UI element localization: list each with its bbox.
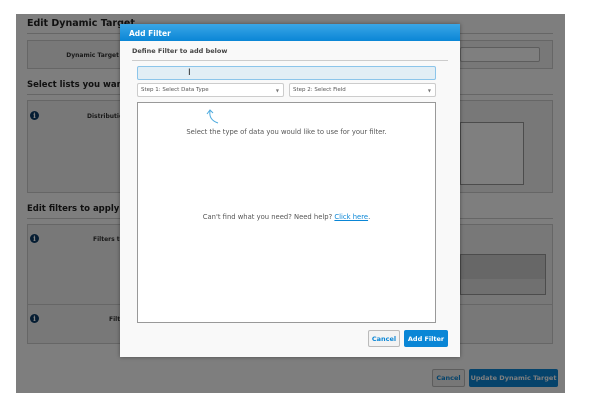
help-prompt: Can't find what you need? Need help? (203, 213, 332, 221)
filter-content-area: Select the type of data you would like t… (137, 102, 436, 323)
divider (132, 60, 448, 61)
step2-field-select[interactable]: Step 2: Select Field ▼ (289, 83, 436, 97)
dialog-title: Add Filter (120, 24, 460, 41)
help-period: . (368, 213, 370, 221)
text-cursor-icon: I (188, 69, 191, 78)
add-filter-button[interactable]: Add Filter (404, 330, 448, 347)
cancel-button[interactable]: Cancel (368, 330, 400, 347)
help-link[interactable]: Click here (334, 213, 368, 221)
step2-label: Step 2: Select Field (293, 87, 346, 93)
dialog-subtitle: Define Filter to add below (132, 47, 227, 55)
help-text: Can't find what you need? Need help? Cli… (138, 213, 435, 221)
chevron-down-icon: ▼ (276, 88, 279, 93)
chevron-down-icon: ▼ (428, 88, 431, 93)
hint-text: Select the type of data you would like t… (138, 128, 435, 136)
step1-data-type-select[interactable]: Step 1: Select Data Type ▼ (137, 83, 284, 97)
step1-label: Step 1: Select Data Type (141, 87, 209, 93)
filter-search-input[interactable] (137, 66, 436, 80)
add-filter-dialog: Add Filter Define Filter to add below I … (120, 24, 460, 357)
arrow-up-icon (206, 109, 220, 125)
